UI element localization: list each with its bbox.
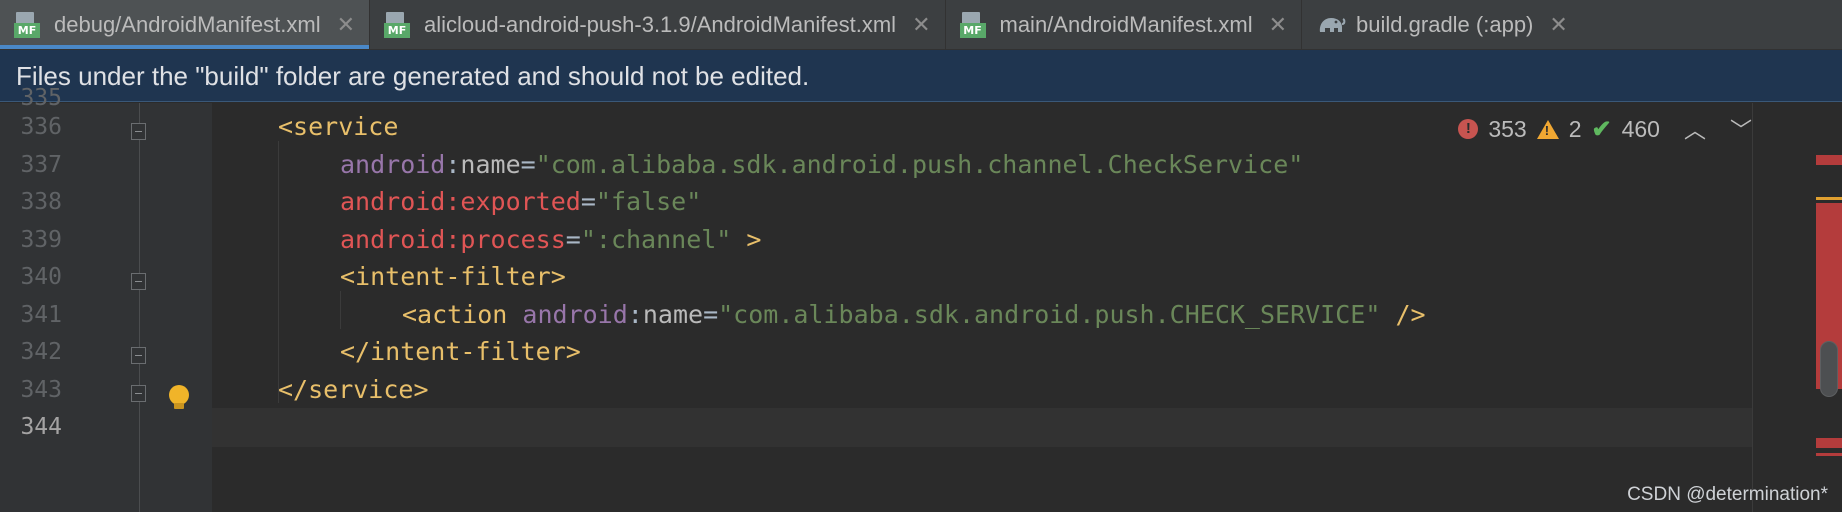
manifest-file-icon: MF: [14, 11, 42, 38]
warning-icon: [1536, 119, 1559, 139]
inspection-widget[interactable]: ! 353 2 ✔ 460 ︿ ﹀: [1458, 113, 1752, 145]
line-number: 335: [20, 85, 62, 111]
tab-label: build.gradle (:app): [1356, 11, 1534, 37]
warning-mark[interactable]: [1816, 197, 1842, 200]
tab-alicloud-manifest[interactable]: MF alicloud-android-push-3.1.9/AndroidMa…: [370, 0, 944, 49]
tab-label: debug/AndroidManifest.xml: [54, 11, 321, 37]
tab-build-gradle[interactable]: build.gradle (:app) ✕: [1302, 0, 1582, 49]
tab-main-manifest[interactable]: MF main/AndroidManifest.xml ✕: [946, 0, 1302, 49]
line-number: 339: [20, 227, 62, 253]
fold-expand-icon[interactable]: [131, 347, 146, 364]
line-number: 337: [20, 152, 62, 178]
error-mark[interactable]: [1816, 155, 1842, 165]
fold-collapse-icon[interactable]: [131, 273, 146, 290]
code-text-area[interactable]: <service android:name="com.alibaba.sdk.a…: [212, 103, 1752, 512]
generated-file-warning-banner: Files under the "build" folder are gener…: [0, 50, 1842, 102]
code-editor[interactable]: 335 336 337 338 339 340 341 342 343 344 …: [0, 85, 1842, 512]
next-highlight-icon[interactable]: ﹀: [1730, 113, 1752, 145]
ok-count: 460: [1621, 115, 1660, 142]
error-count: 353: [1488, 115, 1527, 142]
indent-guide: [278, 141, 279, 403]
gradle-elephant-icon: [1316, 12, 1346, 38]
close-icon[interactable]: ✕: [912, 12, 930, 38]
line-number: 338: [20, 189, 62, 215]
line-number: 344: [20, 414, 62, 440]
close-icon[interactable]: ✕: [1269, 12, 1287, 38]
tab-label: alicloud-android-push-3.1.9/AndroidManif…: [424, 11, 897, 37]
error-mark[interactable]: [1816, 438, 1842, 448]
tab-label: main/AndroidManifest.xml: [999, 11, 1253, 37]
line-number: 342: [20, 339, 62, 365]
lightbulb-icon[interactable]: [169, 385, 189, 409]
editor-tab-bar: MF debug/AndroidManifest.xml ✕ MF aliclo…: [0, 0, 1842, 50]
line-number: 343: [20, 377, 62, 403]
error-stripe[interactable]: [1808, 103, 1842, 512]
fold-collapse-icon[interactable]: [131, 123, 146, 140]
close-icon[interactable]: ✕: [1549, 12, 1567, 38]
line-number: 340: [20, 264, 62, 290]
close-icon[interactable]: ✕: [337, 12, 355, 38]
error-mark[interactable]: [1816, 453, 1842, 456]
line-number: 341: [20, 302, 62, 328]
current-line-highlight: [212, 408, 1752, 447]
error-stripe-divider: [1752, 103, 1753, 512]
scrollbar-thumb[interactable]: [1820, 341, 1838, 397]
warning-count: 2: [1568, 115, 1582, 142]
banner-text: Files under the "build" folder are gener…: [16, 61, 810, 91]
watermark: CSDN @determination*: [1627, 484, 1828, 505]
editor-gutter: 335 336 337 338 339 340 341 342 343 344: [0, 85, 212, 512]
fold-guide: [139, 103, 140, 512]
tab-debug-manifest[interactable]: MF debug/AndroidManifest.xml ✕: [0, 0, 370, 49]
code-line-343: </service>: [278, 375, 429, 404]
check-icon: ✔: [1591, 115, 1612, 143]
manifest-file-icon: MF: [959, 11, 988, 38]
fold-expand-icon[interactable]: [131, 385, 146, 402]
previous-highlight-icon[interactable]: ︿: [1684, 113, 1706, 145]
manifest-file-icon: MF: [384, 11, 412, 38]
error-icon: !: [1458, 119, 1479, 139]
line-number: 336: [20, 114, 62, 140]
